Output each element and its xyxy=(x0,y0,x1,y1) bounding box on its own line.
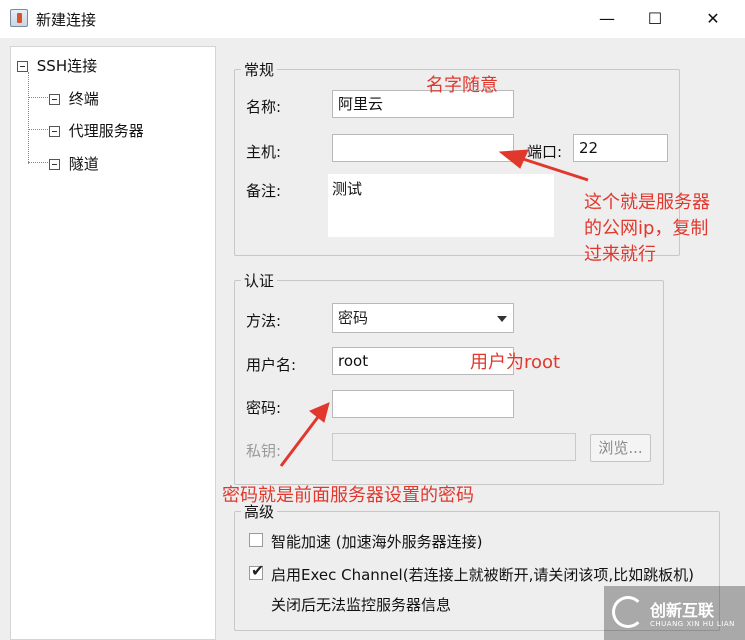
arrow-line xyxy=(519,156,589,182)
logo-icon xyxy=(612,596,644,628)
watermark-subtext: CHUANG XIN HU LIAN xyxy=(650,620,735,628)
annotation-arrows xyxy=(279,149,589,467)
arrow-head xyxy=(498,149,529,169)
arrow-head xyxy=(309,402,330,423)
watermark-text: 创新互联 xyxy=(650,601,715,620)
watermark: 创新互联 CHUANG XIN HU LIAN xyxy=(604,586,745,640)
arrow-line xyxy=(279,416,320,467)
